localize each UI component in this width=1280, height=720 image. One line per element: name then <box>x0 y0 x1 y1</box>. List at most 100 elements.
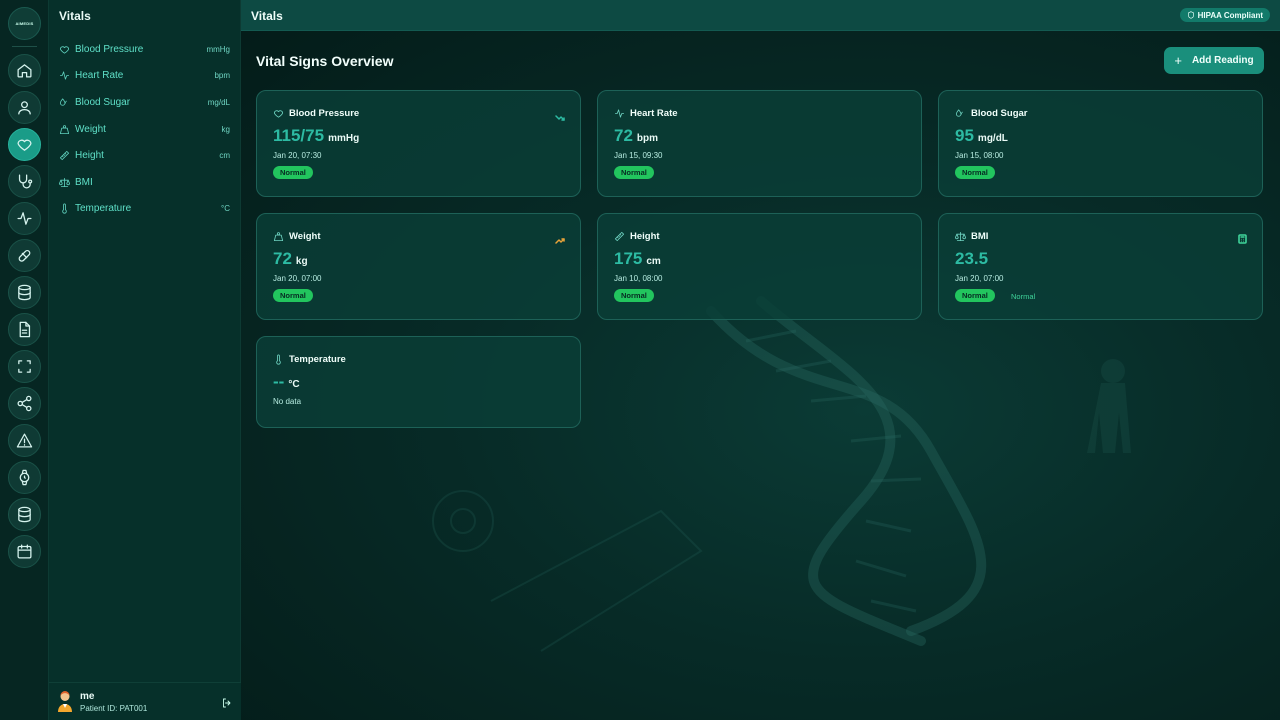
sidebar-item-temperature[interactable]: Temperature °C <box>49 196 241 223</box>
status-badge: Normal <box>955 289 995 302</box>
nav-share[interactable] <box>8 387 41 420</box>
card-title: Heart Rate <box>630 108 678 119</box>
trend-up-icon <box>555 232 565 244</box>
nav-documents[interactable] <box>8 313 41 346</box>
add-reading-label: Add Reading <box>1191 55 1254 66</box>
sidebar-item-weight[interactable]: Weight kg <box>49 116 241 143</box>
scan-icon <box>18 360 31 373</box>
droplets-icon <box>955 109 963 117</box>
sidebar-item-label: Heart Rate <box>75 70 124 82</box>
value-unit: mg/dL <box>977 133 1008 144</box>
vital-card-height[interactable]: Height 175 cm Jan 10, 08:00 Normal <box>597 213 922 320</box>
shield-icon <box>1187 11 1194 19</box>
avatar[interactable] <box>56 690 74 712</box>
nav-wearables[interactable] <box>8 461 41 494</box>
nav-alerts[interactable] <box>8 424 41 457</box>
value-number: 175 <box>614 249 643 268</box>
home-icon <box>17 64 32 78</box>
card-header: Blood Sugar <box>955 108 1027 119</box>
sidebar-item-unit: kg <box>221 124 230 134</box>
sidebar-item-unit: bpm <box>214 71 230 81</box>
value-unit: mmHg <box>328 133 360 144</box>
card-title: Blood Sugar <box>971 108 1028 119</box>
card-header: Temperature <box>273 354 346 365</box>
card-title: Weight <box>289 231 321 242</box>
sidebar-item-label: Blood Sugar <box>75 96 131 108</box>
header-title: Vitals <box>251 9 283 23</box>
database-icon <box>18 284 31 301</box>
vital-card-blood-sugar[interactable]: Blood Sugar 95 mg/dL Jan 15, 08:00 Norma… <box>938 90 1263 197</box>
reading-date: Jan 20, 07:00 <box>955 274 1004 283</box>
value-number: 72 <box>614 126 633 145</box>
scale-icon <box>955 231 966 242</box>
plus-icon: + <box>1174 53 1182 68</box>
droplets-icon <box>59 98 67 106</box>
database-icon <box>18 506 31 523</box>
vital-card-blood-pressure[interactable]: Blood Pressure 115/75 mmHg Jan 20, 07:30… <box>256 90 581 197</box>
trend-down-icon <box>555 109 565 121</box>
share-icon <box>17 395 32 412</box>
card-value: 115/75 mmHg <box>273 126 359 146</box>
nav-vitals[interactable] <box>8 128 41 161</box>
user-name: me <box>80 691 95 702</box>
nav-clinical[interactable] <box>8 165 41 198</box>
sidebar-item-blood-sugar[interactable]: Blood Sugar mg/dL <box>49 89 241 116</box>
ruler-icon <box>614 231 625 242</box>
value-number: 115/75 <box>273 126 325 145</box>
icon-rail: AIMEDIS <box>0 0 49 720</box>
logout-button[interactable] <box>221 696 233 708</box>
user-panel: me Patient ID: PAT001 <box>49 682 241 720</box>
vital-card-weight[interactable]: Weight 72 kg Jan 20, 07:00 Normal <box>256 213 581 320</box>
sidebar-item-label: BMI <box>75 176 93 188</box>
nav-home[interactable] <box>8 54 41 87</box>
card-value: 23.5 <box>955 249 988 269</box>
value-number: 23.5 <box>955 249 989 268</box>
card-value: -- °C <box>273 372 300 392</box>
vital-card-temperature[interactable]: Temperature -- °C No data <box>256 336 581 428</box>
card-header: Weight <box>273 231 321 242</box>
heart-icon <box>17 139 32 151</box>
sidebar-item-blood-pressure[interactable]: Blood Pressure mmHg <box>49 36 241 63</box>
rail-divider <box>12 46 37 47</box>
nav-calendar[interactable] <box>8 535 41 568</box>
activity-icon <box>59 71 70 80</box>
heart-icon <box>59 46 70 54</box>
no-data-text: No data <box>273 397 302 406</box>
nav-profile[interactable] <box>8 91 41 124</box>
value-unit: cm <box>646 256 661 267</box>
app-logo[interactable]: AIMEDIS <box>8 7 41 40</box>
nav-medications[interactable] <box>8 239 41 272</box>
status-badge: Normal <box>273 289 313 302</box>
sidebar-item-unit: mmHg <box>206 44 230 54</box>
nav-storage[interactable] <box>8 498 41 531</box>
sidebar-item-unit: mg/dL <box>207 97 230 107</box>
card-value: 95 mg/dL <box>955 126 1008 146</box>
nav-records[interactable] <box>8 276 41 309</box>
alert-icon <box>16 433 33 448</box>
status-badge: Normal <box>614 166 654 179</box>
sidebar-item-unit: cm <box>219 151 230 161</box>
thermometer-icon <box>62 203 67 214</box>
nav-scan[interactable] <box>8 350 41 383</box>
calendar-icon <box>17 544 32 559</box>
top-header: Vitals HIPAA Compliant <box>241 0 1280 31</box>
stethoscope-icon <box>18 174 33 189</box>
user-icon <box>18 101 31 115</box>
card-title: Temperature <box>289 354 346 365</box>
reading-date: Jan 15, 08:00 <box>955 151 1004 160</box>
reading-date: Jan 20, 07:00 <box>273 274 322 283</box>
value-unit: °C <box>288 379 300 390</box>
sidebar-item-bmi[interactable]: BMI <box>49 169 241 196</box>
scale-icon <box>59 177 70 187</box>
vital-card-heart-rate[interactable]: Heart Rate 72 bpm Jan 15, 09:30 Normal <box>597 90 922 197</box>
sidebar-item-height[interactable]: Height cm <box>49 142 241 169</box>
vital-card-bmi[interactable]: BMI 23.5 Jan 20, 07:00 Normal Normal <box>938 213 1263 320</box>
add-reading-button[interactable]: + Add Reading <box>1164 47 1264 74</box>
sidebar-item-heart-rate[interactable]: Heart Rate bpm <box>49 63 241 90</box>
nav-activity[interactable] <box>8 202 41 235</box>
hipaa-badge-label: HIPAA Compliant <box>1197 10 1263 20</box>
bmi-category: Normal <box>1011 292 1036 301</box>
status-badge: Normal <box>955 166 995 179</box>
pill-icon <box>18 249 31 262</box>
status-badge: Normal <box>273 166 313 179</box>
